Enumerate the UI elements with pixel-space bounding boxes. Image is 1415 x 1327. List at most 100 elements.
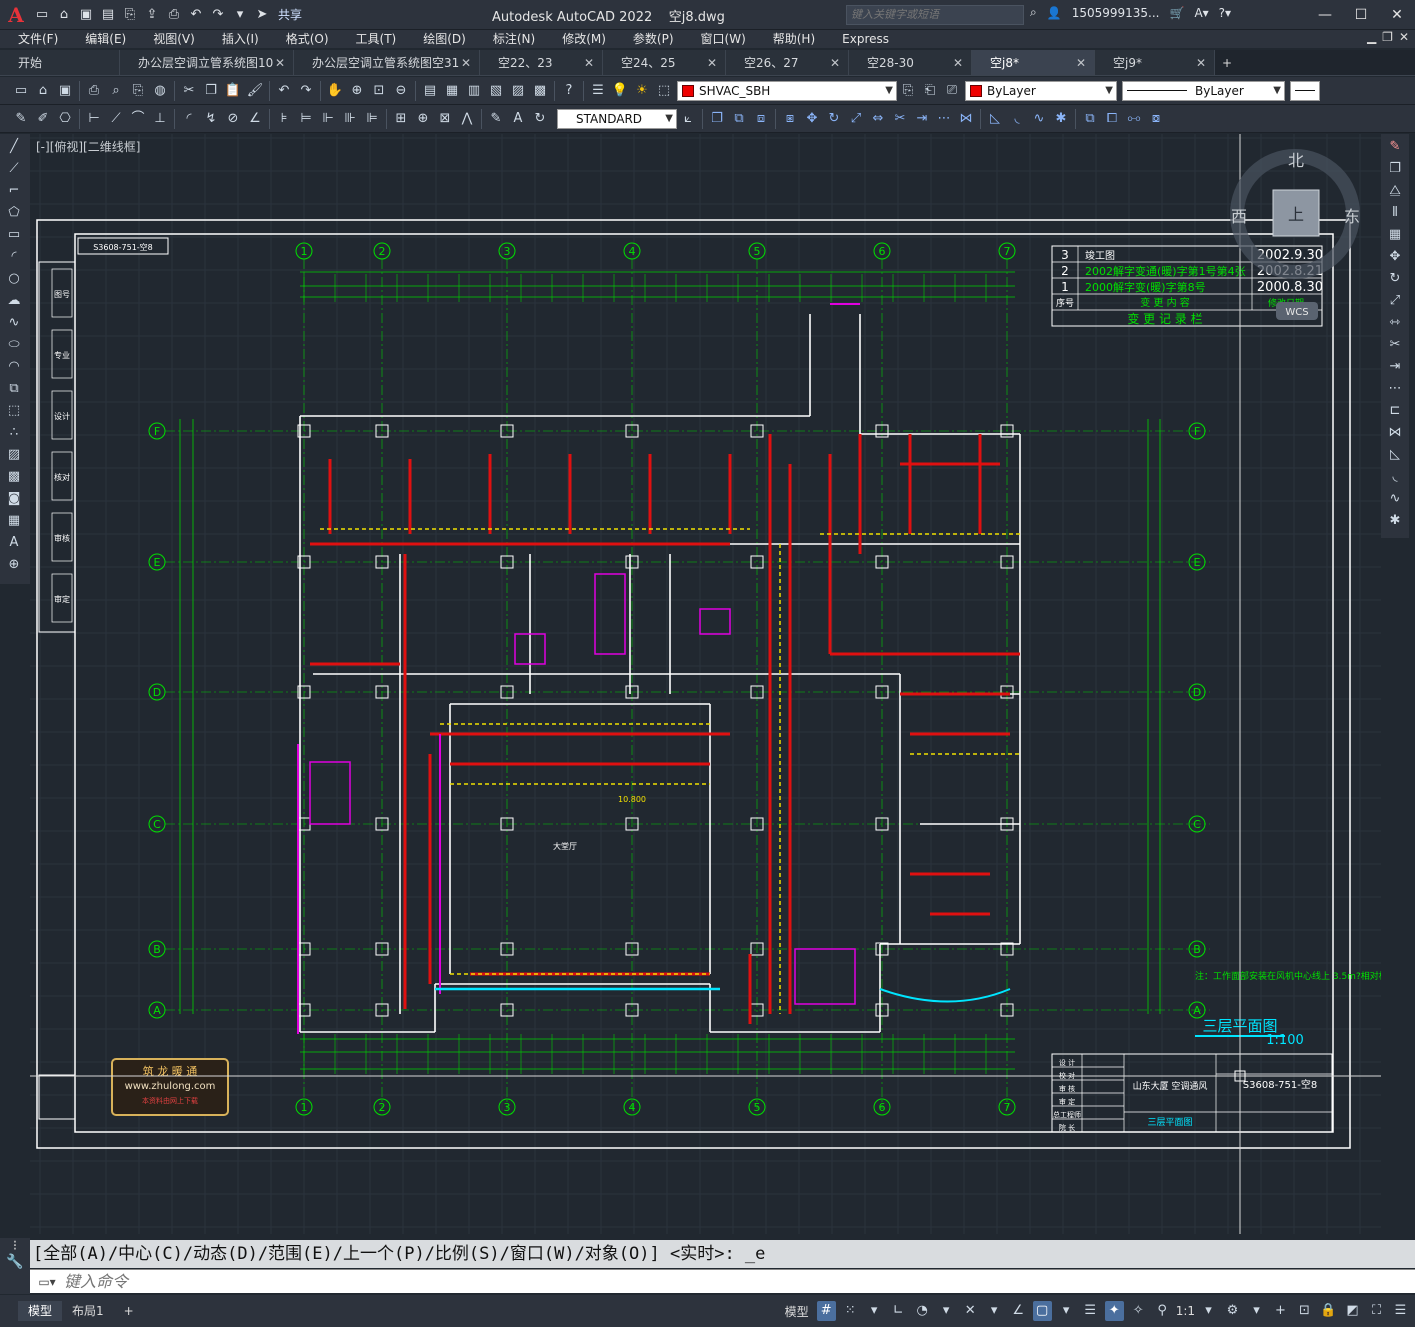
tab-close-icon[interactable]: ✕ [1196, 56, 1206, 70]
offset-icon[interactable]: ⧈ [751, 109, 771, 129]
extend-icon[interactable]: ⇥ [912, 109, 932, 129]
tab-close-icon[interactable]: ✕ [1076, 56, 1086, 70]
user-icon[interactable]: 👤 [1047, 6, 1062, 20]
autodesk-a360-icon[interactable]: A▾ [1194, 6, 1208, 20]
save-web-icon[interactable]: ⇪ [142, 6, 162, 24]
mirror-icon[interactable]: ⧋ [1385, 181, 1405, 200]
polygon-icon[interactable]: ⬠ [4, 203, 24, 222]
radius-dim-icon[interactable]: ◜ [179, 109, 199, 129]
break-icon[interactable]: ⊏ [1385, 401, 1405, 420]
lineweight-icon[interactable]: ☰ [1081, 1301, 1100, 1321]
gear-icon[interactable]: ⚙ [1223, 1301, 1242, 1321]
chevron-down-icon[interactable]: ▾ [865, 1301, 884, 1321]
quick-dim-icon[interactable]: ⊧ [274, 109, 294, 129]
redo-icon[interactable]: ↷ [208, 6, 228, 24]
preview-icon[interactable]: ⌕ [106, 81, 126, 101]
menu-item-5[interactable]: 工具(T) [338, 30, 406, 48]
chevron-down-icon[interactable]: ▾ [1057, 1301, 1076, 1321]
snap-icon[interactable]: ⁙ [841, 1301, 860, 1321]
redo-icon[interactable]: ↷ [296, 81, 316, 101]
edit-icon[interactable]: ✎ [11, 109, 31, 129]
revcloud-icon[interactable]: ☁ [4, 291, 24, 310]
draw-order-icon[interactable]: ⧉ [1080, 109, 1100, 129]
object-snap-icon[interactable]: ▢ [1032, 1301, 1052, 1321]
undo-icon[interactable]: ↶ [274, 81, 294, 101]
insert-block-icon[interactable]: ⧉ [4, 379, 24, 398]
scale-icon[interactable]: ⤢ [1385, 291, 1405, 310]
object-snap-tracking-icon[interactable]: ∠ [1009, 1301, 1028, 1321]
isolate-objects-icon[interactable]: ◩ [1343, 1301, 1362, 1321]
maximize-icon[interactable]: ☐ [1343, 0, 1379, 30]
plus-icon[interactable]: + [1271, 1301, 1290, 1321]
new-file-icon[interactable]: ▭ [32, 6, 52, 24]
layer-lock-icon[interactable]: ⬚ [654, 81, 674, 101]
tab-close-icon[interactable]: ✕ [275, 56, 285, 70]
clean-screen-icon[interactable]: ⛶ [1367, 1301, 1386, 1321]
circle-icon[interactable]: ○ [4, 269, 24, 288]
copy-object-icon[interactable]: ❐ [707, 109, 727, 129]
model-space-button[interactable]: 模型 [781, 1303, 813, 1320]
pan-icon[interactable]: ✋ [325, 81, 345, 101]
copy-icon[interactable]: ❐ [201, 81, 221, 101]
qnew-icon[interactable]: ▭ [11, 81, 31, 101]
properties-icon[interactable]: ▤ [420, 81, 440, 101]
menu-item-10[interactable]: 窗口(W) [683, 30, 755, 48]
polar-icon[interactable]: ◔ [913, 1301, 932, 1321]
annotation-visibility-icon[interactable]: ✦ [1104, 1301, 1124, 1321]
offset-icon[interactable]: ⫴ [1385, 203, 1405, 222]
attribute-icon[interactable]: ✐ [33, 109, 53, 129]
wrench-icon[interactable]: 🔧 [6, 1254, 23, 1270]
continue-dim-icon[interactable]: ⊩ [318, 109, 338, 129]
table-icon[interactable]: ▦ [4, 511, 24, 530]
scale-value[interactable]: 1:1 [1176, 1304, 1195, 1318]
lineweight-select[interactable] [1290, 80, 1320, 101]
erase-icon[interactable]: ✎ [1385, 137, 1405, 156]
grid-icon[interactable]: # [816, 1301, 836, 1321]
tab-close-icon[interactable]: ✕ [707, 56, 717, 70]
help-icon[interactable]: ?▾ [1219, 6, 1231, 20]
menu-item-2[interactable]: 视图(V) [135, 30, 204, 48]
break-point-icon[interactable]: ⋯ [1385, 379, 1405, 398]
add-layout-icon[interactable]: + [114, 1301, 144, 1321]
plot-icon[interactable]: ⎙ [84, 81, 104, 101]
move-icon[interactable]: ✥ [802, 109, 822, 129]
region-icon[interactable]: ◙ [4, 489, 24, 508]
blend-icon[interactable]: ∿ [1385, 489, 1405, 508]
layer-freeze-icon[interactable]: ☀ [632, 81, 652, 101]
center-mark-icon[interactable]: ⊕ [413, 109, 433, 129]
join-icon[interactable]: ⋈ [956, 109, 976, 129]
break-icon[interactable]: ⋯ [934, 109, 954, 129]
menu-item-0[interactable]: 文件(F) [0, 30, 67, 48]
rotate-icon[interactable]: ↻ [1385, 269, 1405, 288]
linear-dim-icon[interactable]: ⊢ [84, 109, 104, 129]
array-icon[interactable]: ⧆ [780, 109, 800, 129]
aligned-dim-icon[interactable]: ⟋ [106, 109, 126, 129]
menu-item-9[interactable]: 参数(P) [615, 30, 683, 48]
tab-close-icon[interactable]: ✕ [584, 56, 594, 70]
tab-0[interactable]: 开始 [0, 50, 120, 75]
explode-icon[interactable]: ✱ [1385, 511, 1405, 530]
menu-item-11[interactable]: 帮助(H) [755, 30, 824, 48]
polyline-icon[interactable]: ⌐ [4, 181, 24, 200]
angular-dim-icon[interactable]: ∠ [245, 109, 265, 129]
mtext-icon[interactable]: A [4, 533, 24, 552]
doc-restore-icon[interactable]: ❐ [1382, 30, 1393, 44]
doc-minimize-icon[interactable]: ▁ [1367, 30, 1376, 44]
bring-front-icon[interactable]: ⧠ [1102, 109, 1122, 129]
menu-item-8[interactable]: 修改(M) [544, 30, 615, 48]
chevron-down-icon[interactable]: ▾ [1199, 1301, 1218, 1321]
minimize-icon[interactable]: — [1307, 0, 1343, 30]
new-tab-icon[interactable]: + [1215, 56, 1239, 70]
ordinate-dim-icon[interactable]: ⊥ [150, 109, 170, 129]
layer-select[interactable]: SHVAC_SBH ▼ [677, 80, 897, 101]
chevron-down-icon[interactable]: ▾ [1247, 1301, 1266, 1321]
trim-icon[interactable]: ✂ [1385, 335, 1405, 354]
add-selected-icon[interactable]: ⊕ [4, 555, 24, 574]
hatch-icon[interactable]: ▨ [4, 445, 24, 464]
trim-icon[interactable]: ✂ [890, 109, 910, 129]
command-input[interactable] [64, 1272, 664, 1291]
zoom-realtime-icon[interactable]: ⊕ [347, 81, 367, 101]
layer-on-icon[interactable]: 💡 [610, 81, 630, 101]
cut-icon[interactable]: ✂ [179, 81, 199, 101]
menu-item-6[interactable]: 绘图(D) [405, 30, 475, 48]
